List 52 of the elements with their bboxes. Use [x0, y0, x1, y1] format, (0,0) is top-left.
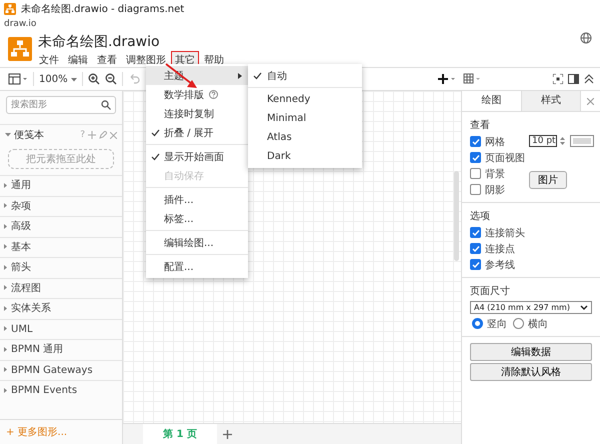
theme-option[interactable]: 自动	[248, 66, 362, 85]
panel-button[interactable]: 编辑数据	[470, 343, 592, 361]
address-text: draw.io	[4, 19, 36, 29]
shape-category[interactable]: UML	[0, 318, 122, 339]
scratchpad-title[interactable]: 便笺本	[14, 128, 44, 142]
shape-category[interactable]: 通用	[0, 175, 122, 196]
drop-zone: 把元素拖至此处	[8, 149, 114, 169]
shape-category[interactable]: 基本	[0, 236, 122, 257]
theme-option[interactable]: Atlas	[248, 128, 362, 147]
zoom-dropdown[interactable]: 100%	[39, 74, 77, 84]
shape-category[interactable]: 流程图	[0, 278, 122, 298]
shape-category[interactable]: 高级	[0, 216, 122, 236]
menu-item[interactable]: 编辑	[64, 51, 92, 69]
shape-category[interactable]: BPMN Gateways	[0, 360, 122, 380]
shape-category[interactable]: 实体关系	[0, 298, 122, 318]
checkbox-label: 参考线	[485, 258, 515, 272]
checkbox-label: 页面视图	[485, 152, 525, 164]
shape-category[interactable]: 箭头	[0, 257, 122, 278]
menu-entry[interactable]: 数学排版	[146, 85, 248, 104]
section-title: 页面尺寸	[470, 284, 511, 298]
section-title: 查看	[470, 118, 491, 132]
section-title: 选项	[470, 210, 491, 223]
shape-category[interactable]: BPMN 通用	[0, 339, 122, 360]
menu-entry[interactable]: 折叠 / 展开	[146, 123, 248, 142]
theme-option[interactable]: Minimal	[248, 109, 362, 128]
shape-category[interactable]: 杂项	[0, 196, 122, 216]
grid-size-field[interactable]: 10 pt	[529, 135, 557, 147]
menu-entry[interactable]: 编辑绘图...	[146, 233, 248, 252]
theme-option[interactable]: Dark	[248, 147, 362, 166]
theme-option[interactable]: Kennedy	[248, 90, 362, 109]
window-title: 未命名绘图.drawio - diagrams.net	[21, 2, 184, 16]
menu-item[interactable]: 文件	[35, 51, 63, 69]
menu-entry[interactable]: 配置...	[146, 257, 248, 276]
panel-tab[interactable]: 样式	[522, 91, 581, 111]
checkbox-label: 阴影	[485, 184, 505, 196]
radio-label: 竖向	[487, 318, 507, 330]
checkbox-label: 连接点	[485, 242, 515, 256]
menu-entry[interactable]: 标签...	[146, 209, 248, 228]
search-field[interactable]: 搜索图形	[6, 96, 116, 114]
radio-label: 横向	[528, 318, 548, 330]
file-title[interactable]: 未命名绘图.drawio	[38, 33, 228, 51]
menu-entry[interactable]: 插件...	[146, 190, 248, 209]
checkbox-label: 连接箭头	[485, 226, 525, 240]
menu-entry[interactable]: 连接时复制	[146, 104, 248, 123]
menu-item[interactable]: 查看	[93, 51, 121, 69]
checkbox-label: 背景	[485, 168, 505, 180]
menu-entry[interactable]: 显示开始画面	[146, 147, 248, 166]
image-button[interactable]: 图片	[529, 171, 567, 189]
checkbox-label: 网格	[485, 136, 505, 148]
panel-button[interactable]: 清除默认风格	[470, 363, 592, 381]
shape-category[interactable]: BPMN Events	[0, 380, 122, 400]
page-size-select[interactable]: A4 (210 mm x 297 mm)	[470, 301, 592, 314]
